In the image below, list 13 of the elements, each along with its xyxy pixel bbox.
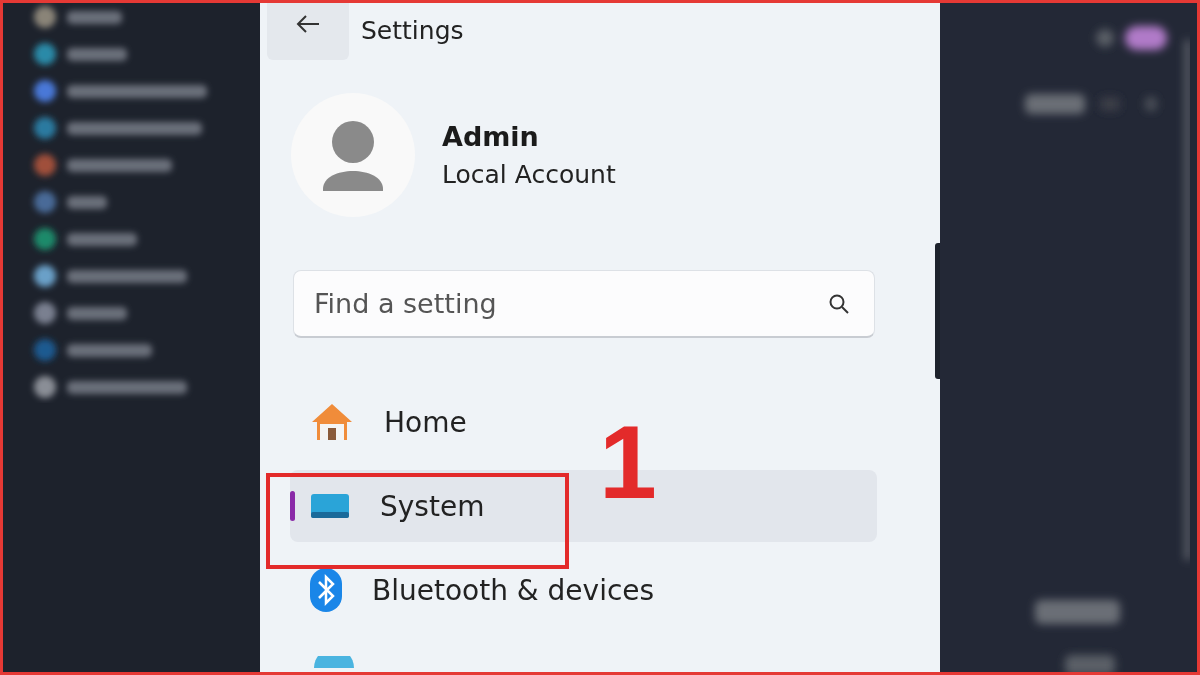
selection-indicator — [290, 491, 295, 521]
monitor-icon — [310, 492, 350, 520]
search-field[interactable]: Find a setting — [293, 270, 875, 338]
avatar-icon — [291, 93, 415, 217]
account-type: Local Account — [442, 160, 616, 189]
back-button[interactable] — [267, 3, 349, 60]
bluetooth-icon — [310, 568, 342, 612]
house-icon — [310, 402, 354, 442]
user-name: Admin — [442, 121, 540, 152]
back-arrow-icon — [295, 14, 321, 34]
nav-item[interactable]: Bluetooth & devices — [290, 554, 877, 626]
window-title: Settings — [361, 15, 464, 45]
search-icon — [827, 292, 851, 316]
